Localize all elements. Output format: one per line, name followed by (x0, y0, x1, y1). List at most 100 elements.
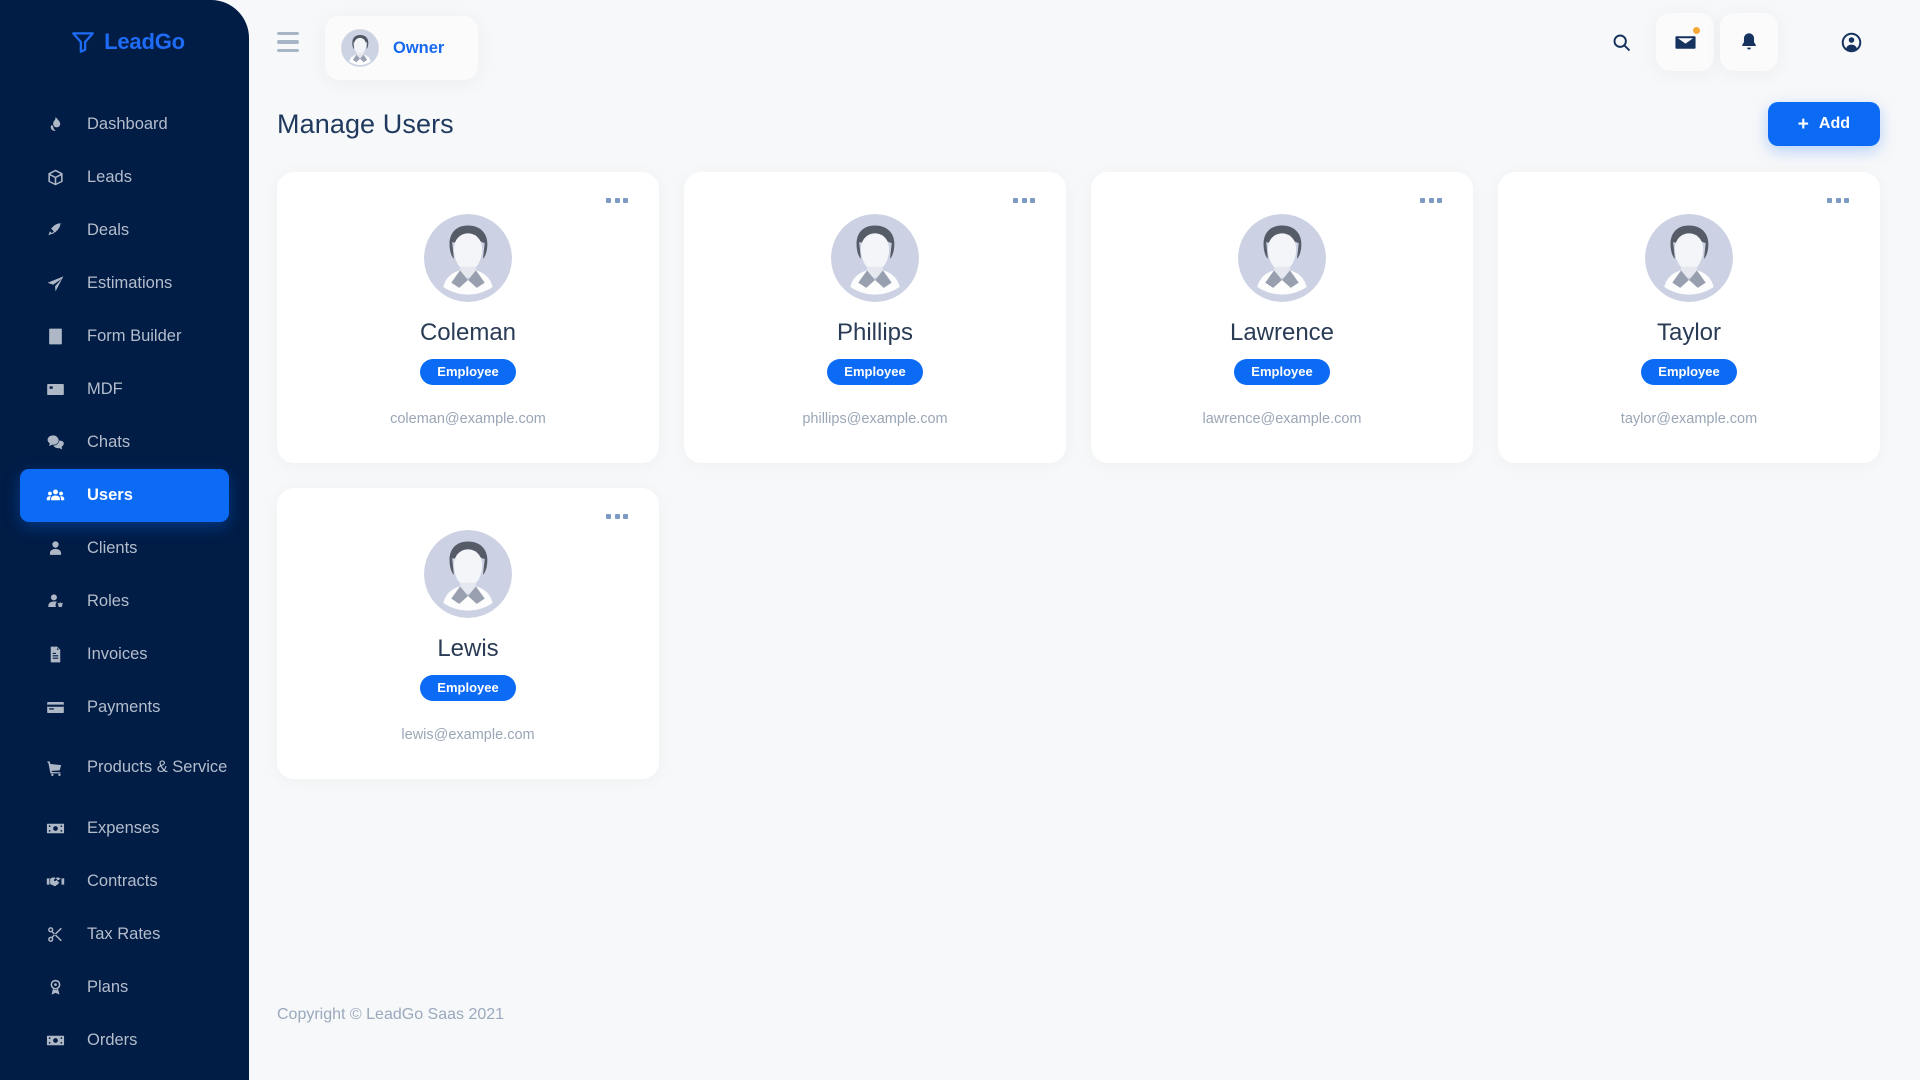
user-email: lewis@example.com (401, 727, 535, 743)
avatar (1238, 214, 1326, 302)
sidebar-item-label: Clients (87, 538, 138, 557)
handshake-icon (45, 871, 66, 892)
invoice-icon (45, 644, 66, 665)
add-user-button[interactable]: + Add (1767, 102, 1880, 146)
sidebar-item-tax-rates[interactable]: Tax Rates (20, 908, 229, 961)
card-icon (45, 379, 66, 400)
sidebar-item-label: Contracts (87, 871, 158, 890)
main-area: Owner Manage Users + Add Coleman Employe… (249, 0, 1920, 1080)
sidebar-item-mdf[interactable]: MDF (20, 363, 229, 416)
status-badge: Employee (420, 359, 516, 385)
form-icon (45, 326, 66, 347)
status-badge: Employee (420, 675, 516, 701)
avatar (424, 530, 512, 618)
app-root: LeadGo Dashboard Leads Deals Estimations For… (0, 0, 1920, 1080)
status-badge: Employee (1234, 359, 1330, 385)
sidebar-item-clients[interactable]: Clients (20, 522, 229, 575)
topbar-actions (1592, 13, 1880, 71)
box-icon (45, 167, 66, 188)
sidebar: LeadGo Dashboard Leads Deals Estimations For… (0, 0, 249, 1080)
sidebar-item-roles[interactable]: Roles (20, 575, 229, 628)
user-card-grid: Coleman Employee coleman@example.com Philli… (277, 172, 1880, 779)
sidebar-item-label: Payments (87, 697, 161, 716)
sidebar-item-users[interactable]: Users (20, 469, 229, 522)
more-options-icon[interactable] (1008, 193, 1040, 208)
sidebar-item-label: Expenses (87, 818, 160, 837)
sidebar-item-label: MDF (87, 379, 123, 398)
sidebar-item-label: Invoices (87, 644, 148, 663)
sidebar-item-label: Form Builder (87, 326, 182, 345)
funnel-icon (70, 29, 96, 55)
user-email: coleman@example.com (390, 411, 546, 427)
mail-icon[interactable] (1656, 13, 1714, 71)
sidebar-item-label: Estimations (87, 273, 173, 292)
sidebar-item-form-builder[interactable]: Form Builder (20, 310, 229, 363)
user-name: Coleman (419, 319, 517, 346)
sidebar-item-chats[interactable]: Chats (20, 416, 229, 469)
chat-icon (45, 432, 66, 453)
user-card[interactable]: Taylor Employee taylor@example.com (1498, 172, 1880, 463)
money-icon (45, 818, 66, 839)
rocket-icon (45, 220, 66, 241)
scissors-icon (45, 924, 66, 945)
owner-chip[interactable]: Owner (325, 16, 479, 80)
users-icon (45, 485, 66, 506)
avatar (1645, 214, 1733, 302)
sidebar-item-dashboard[interactable]: Dashboard (20, 98, 229, 151)
sidebar-item-orders[interactable]: Orders (20, 1014, 229, 1067)
sidebar-item-label: Products & Service (87, 758, 228, 777)
sidebar-item-contracts[interactable]: Contracts (20, 855, 229, 908)
cart-icon (45, 758, 66, 779)
sidebar-item-estimations[interactable]: Estimations (20, 257, 229, 310)
sidebar-item-deals[interactable]: Deals (20, 204, 229, 257)
more-options-icon[interactable] (601, 193, 633, 208)
medal-icon (45, 977, 66, 998)
plus-icon: + (1797, 113, 1809, 135)
hamburger-icon[interactable] (277, 29, 303, 55)
sidebar-item-label: Plans (87, 977, 129, 996)
globe-user-icon[interactable] (1822, 13, 1880, 71)
sidebar-item-expenses[interactable]: Expenses (20, 802, 229, 855)
mail-badge (1693, 27, 1700, 34)
user-card[interactable]: Phillips Employee phillips@example.com (684, 172, 1066, 463)
copyright-text: Copyright © LeadGo Saas 2021 (277, 1006, 505, 1023)
topbar: Owner (249, 0, 1920, 84)
sidebar-item-label: Roles (87, 591, 130, 610)
add-button-label: Add (1818, 115, 1850, 132)
more-options-icon[interactable] (1822, 193, 1854, 208)
brand-logo[interactable]: LeadGo (0, 0, 249, 84)
sidebar-item-plans[interactable]: Plans (20, 961, 229, 1014)
user-card[interactable]: Lewis Employee lewis@example.com (277, 488, 659, 779)
sidebar-item-label: Chats (87, 432, 131, 451)
user-email: phillips@example.com (802, 411, 948, 427)
sidebar-item-payments[interactable]: Payments (20, 681, 229, 734)
user-card[interactable]: Lawrence Employee lawrence@example.com (1091, 172, 1473, 463)
money-icon (45, 1030, 66, 1051)
flame-icon (45, 114, 66, 135)
user-card[interactable]: Coleman Employee coleman@example.com (277, 172, 659, 463)
user-name: Lewis (437, 635, 499, 662)
avatar (831, 214, 919, 302)
bell-icon[interactable] (1720, 13, 1778, 71)
avatar (424, 214, 512, 302)
sidebar-item-label: Deals (87, 220, 130, 239)
owner-label: Owner (393, 38, 445, 57)
user-icon (45, 538, 66, 559)
user-name: Taylor (1656, 319, 1722, 346)
paper-plane-icon (45, 273, 66, 294)
sidebar-nav: Dashboard Leads Deals Estimations Form Build… (0, 84, 249, 1080)
search-icon[interactable] (1592, 13, 1650, 71)
footer: Copyright © LeadGo Saas 2021 (249, 950, 1920, 1080)
user-gear-icon (45, 591, 66, 612)
sidebar-item-products-service[interactable]: Products & Service (20, 734, 229, 802)
user-email: lawrence@example.com (1202, 411, 1362, 427)
sidebar-item-invoices[interactable]: Invoices (20, 628, 229, 681)
sidebar-item-leads[interactable]: Leads (20, 151, 229, 204)
brand-name: LeadGo (104, 29, 185, 54)
more-options-icon[interactable] (601, 509, 633, 524)
content-area: Manage Users + Add Coleman Employee colema… (249, 84, 1920, 950)
sidebar-item-label: Users (87, 485, 133, 504)
status-badge: Employee (1641, 359, 1737, 385)
sidebar-item-label: Dashboard (87, 114, 168, 133)
more-options-icon[interactable] (1415, 193, 1447, 208)
